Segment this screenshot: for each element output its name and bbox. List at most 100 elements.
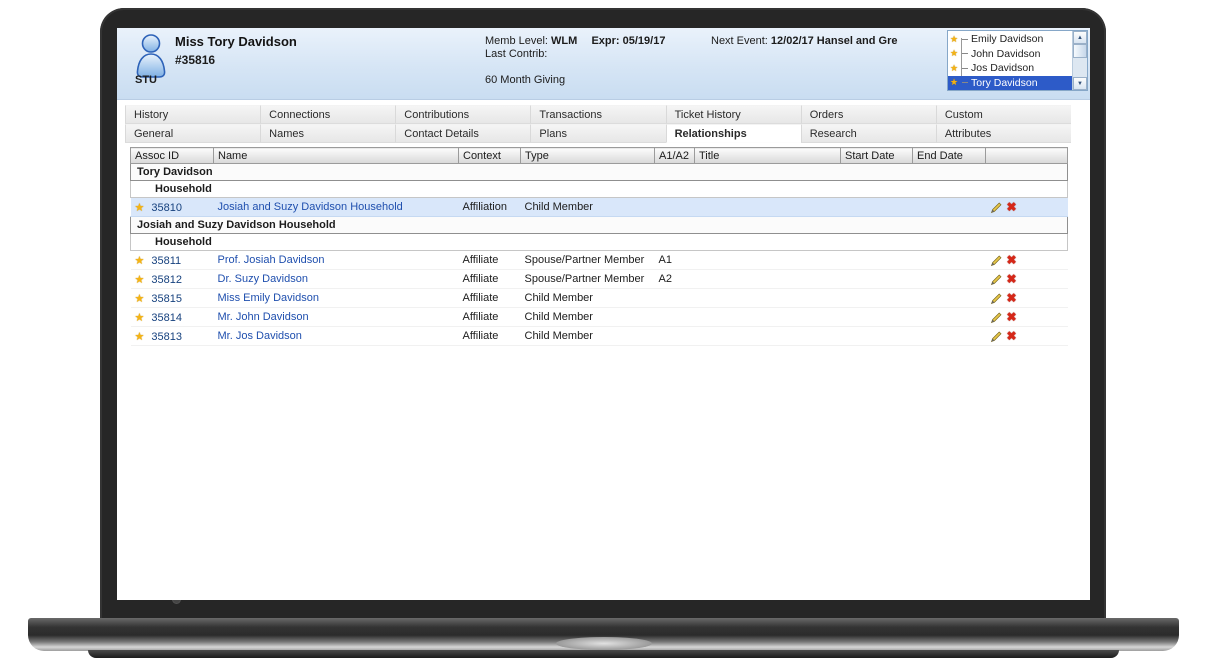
member-id: #35816 [175, 53, 215, 67]
tab-plans[interactable]: Plans [530, 124, 665, 143]
family-tree-item[interactable]: ★ John Davidson [948, 47, 1072, 62]
start-date-cell [841, 308, 913, 327]
tab-ticket-history[interactable]: Ticket History [666, 105, 801, 124]
star-icon: ★ [135, 312, 145, 324]
edit-icon[interactable] [990, 254, 1003, 267]
delete-icon[interactable]: ✖ [1007, 330, 1017, 342]
tab-contact-details[interactable]: Contact Details [395, 124, 530, 143]
start-date-cell [841, 327, 913, 346]
tab-names[interactable]: Names [260, 124, 395, 143]
scrollbar-track [1073, 44, 1087, 77]
tab-relationships[interactable]: Relationships [666, 124, 801, 143]
scroll-up-button[interactable]: ▲ [1073, 31, 1087, 44]
next-event-line: Next Event: 12/02/17 Hansel and Gre [711, 35, 898, 47]
assoc-id-link[interactable]: 35813 [151, 331, 182, 343]
star-icon: ★ [135, 255, 145, 267]
edit-icon[interactable] [990, 201, 1003, 214]
assoc-id-link[interactable]: 35814 [151, 312, 182, 324]
tab-contributions[interactable]: Contributions [395, 105, 530, 124]
laptop-base-edge [88, 650, 1119, 658]
group-row: Josiah and Suzy Davidson Household [131, 217, 1068, 234]
delete-icon[interactable]: ✖ [1007, 254, 1017, 266]
edit-icon[interactable] [990, 330, 1003, 343]
edit-icon[interactable] [990, 273, 1003, 286]
tab-row-2: General Names Contact Details Plans Rela… [125, 124, 1071, 143]
tree-branch-line [962, 39, 968, 40]
family-tree-item-selected[interactable]: ★ Tory Davidson [948, 76, 1072, 91]
delete-icon[interactable]: ✖ [1007, 201, 1017, 213]
table-row[interactable]: ★35811 Prof. Josiah Davidson Affiliate S… [131, 251, 1068, 270]
next-event-value: 12/02/17 Hansel and Gre [771, 35, 898, 47]
tab-attributes[interactable]: Attributes [936, 124, 1071, 143]
column-header-actions [986, 148, 1068, 164]
family-member-label: John Davidson [971, 48, 1040, 60]
member-header: Miss Tory Davidson #35816 STU Memb Level… [117, 28, 1090, 100]
title-cell [695, 327, 841, 346]
family-tree-item[interactable]: ★ Emily Davidson [948, 32, 1072, 47]
star-icon: ★ [950, 34, 961, 45]
tree-branch-line [962, 68, 968, 69]
tab-strip: History Connections Contributions Transa… [125, 105, 1071, 143]
table-row[interactable]: ★ 35810 Josiah and Suzy Davidson Househol… [131, 198, 1068, 217]
assoc-id-link[interactable]: 35812 [151, 274, 182, 286]
column-header-start-date[interactable]: Start Date [841, 148, 913, 164]
tab-research[interactable]: Research [801, 124, 936, 143]
star-icon: ★ [950, 63, 961, 74]
delete-icon[interactable]: ✖ [1007, 273, 1017, 285]
tab-custom[interactable]: Custom [936, 105, 1071, 124]
assoc-id-link[interactable]: 35815 [151, 293, 182, 305]
assoc-id-link[interactable]: 35810 [151, 202, 182, 214]
name-link[interactable]: Prof. Josiah Davidson [218, 254, 325, 266]
edit-icon[interactable] [990, 311, 1003, 324]
column-header-context[interactable]: Context [459, 148, 521, 164]
type-cell: Child Member [521, 327, 655, 346]
subgroup-label: Household [131, 181, 1068, 198]
context-cell: Affiliate [459, 289, 521, 308]
star-icon: ★ [135, 202, 145, 214]
column-header-a1a2[interactable]: A1/A2 [655, 148, 695, 164]
table-row[interactable]: ★35814 Mr. John Davidson Affiliate Child… [131, 308, 1068, 327]
type-cell: Child Member [521, 198, 655, 217]
laptop-base-notch [556, 637, 652, 650]
name-link[interactable]: Josiah and Suzy Davidson Household [218, 201, 403, 213]
column-header-assoc-id[interactable]: Assoc ID [131, 148, 214, 164]
column-header-title[interactable]: Title [695, 148, 841, 164]
column-header-end-date[interactable]: End Date [913, 148, 986, 164]
table-row[interactable]: ★35815 Miss Emily Davidson Affiliate Chi… [131, 289, 1068, 308]
membership-line: Memb Level: WLM Expr: 05/19/17 [485, 35, 665, 47]
tab-general[interactable]: General [125, 124, 260, 143]
end-date-cell [913, 251, 986, 270]
end-date-cell [913, 289, 986, 308]
column-header-type[interactable]: Type [521, 148, 655, 164]
family-member-label: Emily Davidson [971, 33, 1043, 45]
delete-icon[interactable]: ✖ [1007, 311, 1017, 323]
tab-orders[interactable]: Orders [801, 105, 936, 124]
tab-history[interactable]: History [125, 105, 260, 124]
scrollbar-thumb[interactable] [1073, 44, 1087, 58]
expr-label: Expr: [591, 35, 619, 47]
end-date-cell [913, 308, 986, 327]
a1a2-cell [655, 289, 695, 308]
delete-icon[interactable]: ✖ [1007, 292, 1017, 304]
end-date-cell [913, 198, 986, 217]
column-header-name[interactable]: Name [214, 148, 459, 164]
family-member-label: Jos Davidson [971, 62, 1034, 74]
tab-transactions[interactable]: Transactions [530, 105, 665, 124]
table-row[interactable]: ★35813 Mr. Jos Davidson Affiliate Child … [131, 327, 1068, 346]
name-link[interactable]: Mr. John Davidson [218, 311, 309, 323]
name-link[interactable]: Mr. Jos Davidson [218, 330, 302, 342]
next-event-label: Next Event: [711, 35, 768, 47]
assoc-id-link[interactable]: 35811 [151, 255, 181, 267]
tree-branch-line [962, 82, 968, 83]
tab-connections[interactable]: Connections [260, 105, 395, 124]
start-date-cell [841, 289, 913, 308]
name-link[interactable]: Dr. Suzy Davidson [218, 273, 308, 285]
a1a2-cell: A1 [655, 251, 695, 270]
name-link[interactable]: Miss Emily Davidson [218, 292, 319, 304]
family-tree-item[interactable]: ★ Jos Davidson [948, 61, 1072, 76]
context-cell: Affiliate [459, 251, 521, 270]
table-row[interactable]: ★35812 Dr. Suzy Davidson Affiliate Spous… [131, 270, 1068, 289]
scroll-down-button[interactable]: ▼ [1073, 77, 1087, 90]
edit-icon[interactable] [990, 292, 1003, 305]
star-icon: ★ [950, 77, 961, 88]
